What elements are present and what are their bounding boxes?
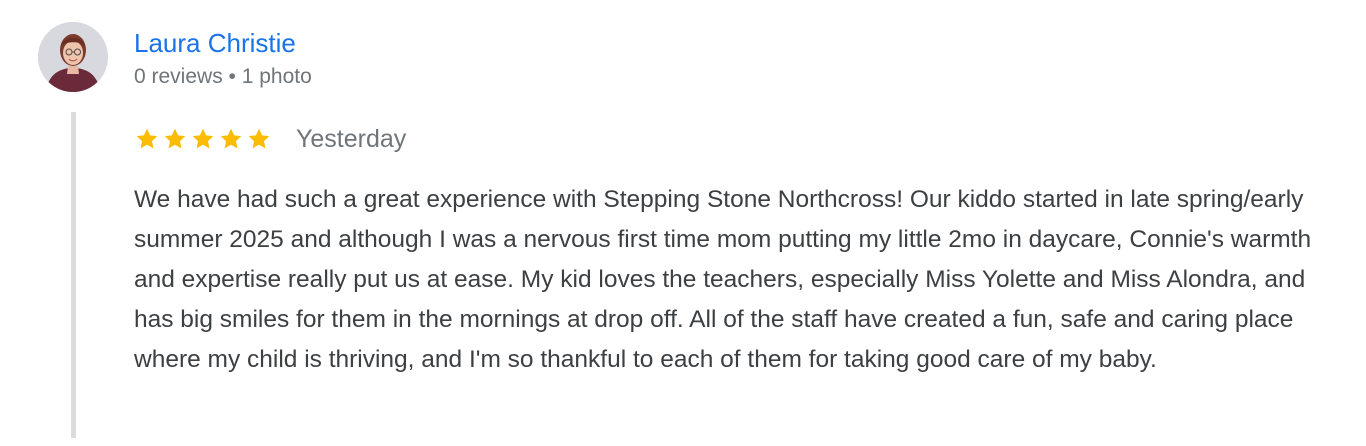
rating-row: Yesterday (134, 124, 406, 154)
reviewer-name-link[interactable]: Laura Christie (134, 28, 296, 58)
review-date: Yesterday (296, 125, 407, 153)
star-icon (246, 126, 272, 152)
review-text: We have had such a great experience with… (134, 186, 1312, 373)
reviewer-avatar[interactable] (38, 22, 108, 92)
star-icon (162, 126, 188, 152)
person-avatar-icon (38, 22, 108, 92)
star-rating (134, 126, 272, 152)
review-thread-line (71, 112, 76, 438)
review-card: Laura Christie 0 reviews • 1 photo Yeste… (0, 0, 1366, 446)
reviewer-meta: 0 reviews • 1 photo (134, 65, 312, 88)
star-icon (190, 126, 216, 152)
star-icon (218, 126, 244, 152)
star-icon (134, 126, 160, 152)
